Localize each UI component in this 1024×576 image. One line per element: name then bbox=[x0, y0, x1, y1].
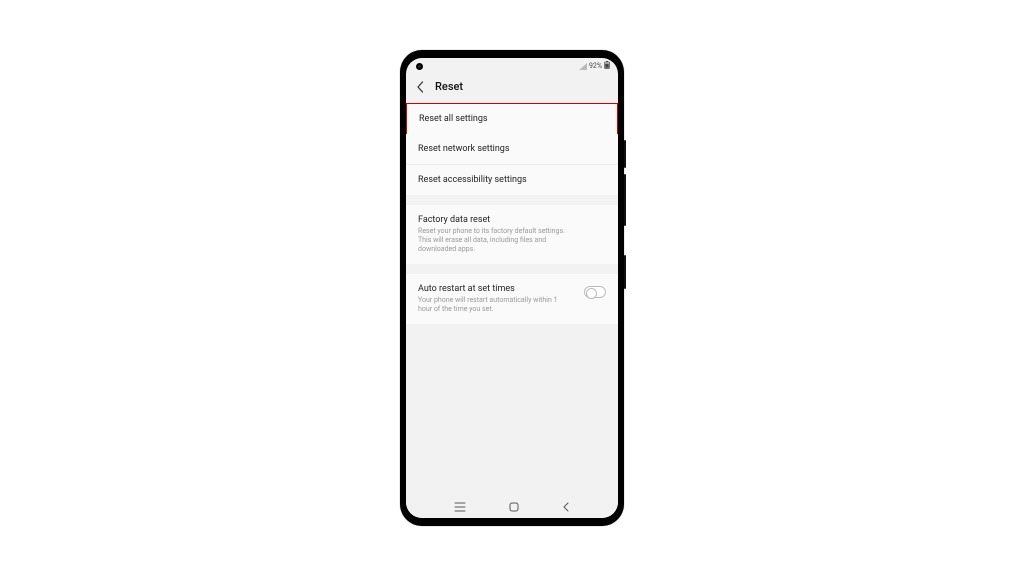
reset-network-settings-item[interactable]: Reset network settings bbox=[406, 134, 618, 165]
item-sub: Reset your phone to its factory default … bbox=[418, 227, 568, 254]
recents-button[interactable] bbox=[454, 502, 466, 512]
section-gap bbox=[406, 264, 618, 274]
item-label: Reset accessibility settings bbox=[418, 175, 606, 185]
phone-frame: 92% Reset Reset all settings Reset netwo… bbox=[400, 50, 624, 526]
front-camera-punchhole bbox=[416, 63, 423, 70]
volume-up-button bbox=[624, 140, 626, 168]
volume-down-button bbox=[624, 174, 626, 226]
item-label: Factory data reset bbox=[418, 215, 606, 225]
section-gap bbox=[406, 195, 618, 205]
navigation-bar bbox=[406, 496, 618, 518]
item-label: Auto restart at set times bbox=[418, 284, 578, 294]
status-right: 92% bbox=[579, 61, 610, 71]
screen: 92% Reset Reset all settings Reset netwo… bbox=[406, 58, 618, 518]
nav-back-button[interactable] bbox=[562, 502, 570, 512]
status-bar: 92% bbox=[406, 58, 618, 74]
reset-accessibility-settings-item[interactable]: Reset accessibility settings bbox=[406, 165, 618, 195]
header: Reset bbox=[406, 74, 618, 103]
auto-restart-item[interactable]: Auto restart at set times Your phone wil… bbox=[406, 274, 618, 324]
reset-all-settings-item[interactable]: Reset all settings bbox=[406, 103, 618, 135]
factory-data-reset-item[interactable]: Factory data reset Reset your phone to i… bbox=[406, 205, 618, 264]
page-title: Reset bbox=[435, 80, 463, 93]
item-label: Reset network settings bbox=[418, 144, 606, 154]
back-icon[interactable] bbox=[416, 81, 425, 93]
empty-area bbox=[406, 324, 618, 496]
item-sub: Your phone will restart automatically wi… bbox=[418, 296, 568, 314]
settings-list: Reset all settings Reset network setting… bbox=[406, 103, 618, 195]
item-label: Reset all settings bbox=[419, 114, 605, 124]
battery-percent: 92% bbox=[589, 62, 602, 70]
auto-restart-toggle[interactable] bbox=[584, 286, 606, 298]
home-button[interactable] bbox=[509, 502, 519, 512]
signal-icon bbox=[579, 63, 587, 70]
factory-section: Factory data reset Reset your phone to i… bbox=[406, 205, 618, 264]
battery-icon bbox=[604, 61, 610, 71]
power-button bbox=[624, 255, 626, 289]
